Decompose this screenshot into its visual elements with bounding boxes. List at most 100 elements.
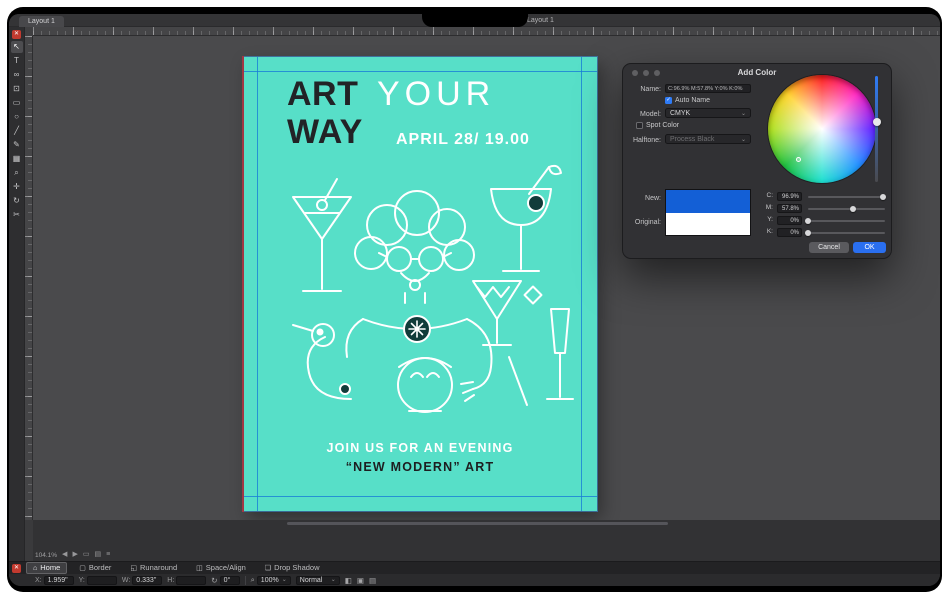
spot-color-checkbox[interactable] [636, 122, 643, 129]
cyan-slider-thumb[interactable] [880, 194, 886, 200]
ruler-corner [25, 27, 33, 36]
prev-page-icon[interactable]: ◀ [62, 551, 67, 559]
vertical-ruler[interactable] [25, 36, 33, 520]
y-field[interactable] [87, 576, 117, 585]
new-label: New: [623, 195, 661, 202]
w-field[interactable]: 0.333" [132, 576, 162, 585]
h-field[interactable] [176, 576, 206, 585]
line-tool-button[interactable]: ╱ [11, 125, 23, 137]
picture-content-tool-button[interactable]: ⊡ [11, 83, 23, 95]
tab-home-label: Home [40, 564, 60, 572]
tab-space-align-label: Space/Align [206, 564, 246, 572]
horizontal-ruler[interactable] [33, 27, 940, 36]
tab-space-align[interactable]: ◫ Space/Align [189, 562, 253, 574]
black-slider-thumb[interactable] [805, 230, 811, 236]
new-color-swatch [666, 190, 750, 213]
blend-mode-select[interactable]: Normal ⌄ [296, 576, 340, 585]
margin-guide-top [243, 71, 597, 72]
color-wheel-marker[interactable] [796, 157, 801, 162]
chevron-down-icon: ⌄ [741, 110, 746, 117]
magenta-slider-thumb[interactable] [850, 206, 856, 212]
page-layout-icon[interactable]: ▭ [83, 551, 90, 559]
add-color-dialog: Add Color Name: C:96.9% M:57.8% Y:0% K:0… [622, 63, 892, 259]
bezier-pen-tool-button[interactable]: ✎ [11, 139, 23, 151]
horizontal-scrollbar[interactable] [33, 521, 940, 526]
auto-name-checkbox[interactable]: ✓ [665, 97, 672, 104]
tab-runaround[interactable]: ◱ Runaround [123, 562, 184, 574]
measurement-field-row: X: 1.959" Y: W: 0.333" H: ↻ 0° [9, 574, 940, 586]
scissors-tool-button[interactable]: ✂ [11, 209, 23, 221]
pages-panel-icon[interactable]: ▤ [94, 551, 101, 559]
tab-home[interactable]: ⌂ Home [26, 562, 67, 574]
layout-tab[interactable]: Layout 1 [19, 16, 64, 27]
pan-tool-button[interactable]: ✛ [11, 181, 23, 193]
poster-footer-line1[interactable]: JOIN US FOR AN EVENING [243, 441, 597, 455]
poster-footer-line2[interactable]: “NEW MODERN” ART [243, 460, 597, 474]
tab-runaround-label: Runaround [140, 564, 177, 572]
zoom-select[interactable]: 100% ⌄ [257, 576, 291, 585]
yellow-slider-thumb[interactable] [805, 218, 811, 224]
original-color-swatch [666, 213, 750, 236]
item-tool-button[interactable]: ↖ [11, 41, 23, 53]
view-zoom-field[interactable]: 104.1% [35, 552, 57, 559]
poster-title-your[interactable]: YOUR [377, 77, 495, 111]
scrollbar-thumb[interactable] [287, 522, 668, 525]
magenta-slider[interactable] [808, 208, 885, 210]
black-slider[interactable] [808, 232, 885, 234]
yellow-channel-row: Y: 0% [761, 216, 887, 226]
black-value-field[interactable]: 0% [777, 228, 802, 237]
brightness-slider-thumb[interactable] [873, 118, 881, 126]
yellow-slider[interactable] [808, 220, 885, 222]
magenta-channel-row: M: 57.8% [761, 204, 887, 214]
opacity-icon[interactable]: ◧ [345, 576, 352, 585]
tab-border[interactable]: ▢ Border [72, 562, 118, 574]
zoom-tool-button[interactable]: ⌕ [11, 167, 23, 179]
next-page-icon[interactable]: ▶ [72, 551, 77, 559]
halftone-select[interactable]: Process Black ⌄ [665, 134, 751, 144]
cyan-label: C: [761, 193, 773, 200]
flip-horizontal-icon[interactable]: ▣ [357, 576, 364, 585]
color-name-input[interactable]: C:96.9% M:57.8% Y:0% K:0% [665, 84, 751, 93]
cancel-button[interactable]: Cancel [809, 242, 849, 253]
margin-guide-bottom [243, 496, 597, 497]
cyan-slider[interactable] [808, 196, 885, 198]
poster-title-way[interactable]: WAY [287, 115, 363, 149]
poster-page[interactable]: ART YOUR WAY APRIL 28/ 19.00 [243, 57, 597, 511]
angle-field[interactable]: 0° [220, 576, 240, 585]
window-title: Layout 1 [527, 17, 554, 24]
ok-button[interactable]: OK [853, 242, 886, 253]
cyan-value-field[interactable]: 96.9% [777, 192, 802, 201]
brightness-slider[interactable] [875, 76, 878, 182]
spot-color-checkbox-row: Spot Color [636, 122, 679, 129]
model-select[interactable]: CMYK ⌄ [665, 108, 751, 118]
app-logo-icon[interactable]: ✕ [12, 30, 21, 39]
x-field[interactable]: 1.959" [44, 576, 74, 585]
table-tool-button[interactable]: ▦ [11, 153, 23, 165]
black-channel-row: K: 0% [761, 228, 887, 238]
rotate-tool-button[interactable]: ↻ [11, 195, 23, 207]
cyan-channel-row: C: 96.9% [761, 192, 887, 202]
text-content-tool-button[interactable]: T [11, 55, 23, 67]
black-label: K: [761, 229, 773, 236]
magenta-value-field[interactable]: 57.8% [777, 204, 802, 213]
oval-box-tool-button[interactable]: ○ [11, 111, 23, 123]
name-label: Name: [623, 86, 661, 93]
model-label: Model: [623, 111, 661, 118]
h-field-label: H: [167, 577, 174, 584]
yellow-value-field[interactable]: 0% [777, 216, 802, 225]
flip-vertical-icon[interactable]: ▤ [369, 576, 376, 585]
poster-illustration[interactable] [259, 161, 581, 437]
view-options-icon[interactable]: ≡ [106, 551, 110, 559]
home-icon: ⌂ [33, 565, 37, 572]
poster-date-text[interactable]: APRIL 28/ 19.00 [396, 132, 530, 148]
tab-drop-shadow[interactable]: ❏ Drop Shadow [258, 562, 327, 574]
view-status-row: 104.1% ◀ ▶ ▭ ▤ ≡ [35, 551, 110, 559]
color-wheel[interactable] [768, 75, 876, 183]
rectangle-box-tool-button[interactable]: ▭ [11, 97, 23, 109]
measurement-palette-icon[interactable]: ✕ [12, 564, 21, 573]
screenshot-stage: Layout 1 Layout 1 ✕ ↖ T ∞ ⊡ ▭ ○ ╱ ✎ ▦ ⌕ … [0, 0, 949, 599]
rotate-angle-icon: ↻ [211, 576, 217, 585]
poster-title-art[interactable]: ART [287, 77, 358, 111]
text-linking-tool-button[interactable]: ∞ [11, 69, 23, 81]
dialog-title: Add Color [623, 68, 891, 77]
